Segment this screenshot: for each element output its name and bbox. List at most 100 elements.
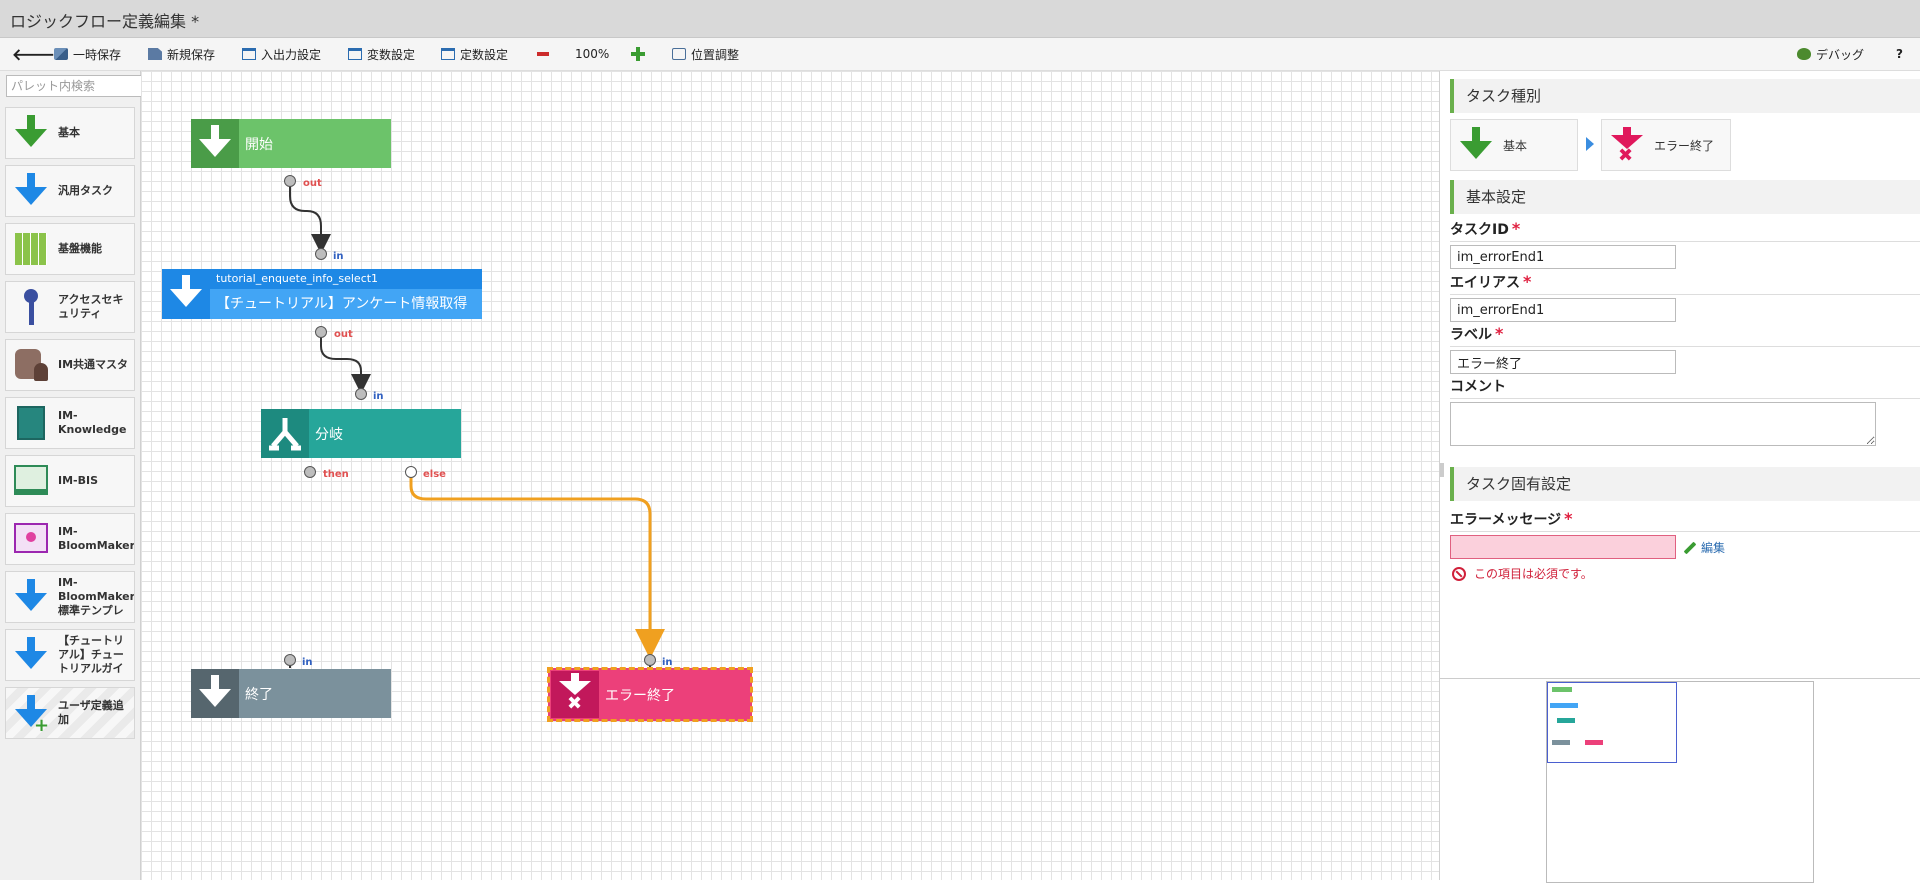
debug-button[interactable]: デバッグ bbox=[1797, 38, 1864, 70]
task-id-label: タスクID * bbox=[1450, 219, 1920, 242]
label-label-text: ラベル bbox=[1450, 327, 1492, 343]
comment-textarea[interactable] bbox=[1450, 402, 1876, 446]
end-node[interactable]: 終了 bbox=[191, 669, 391, 718]
palette-item[interactable]: IM-BloomMaker 標準テンプレ bbox=[5, 571, 135, 623]
palette-item-label: 基盤機能 bbox=[58, 242, 102, 255]
task-icon bbox=[162, 269, 210, 319]
edit-link[interactable]: 編集 bbox=[1683, 539, 1725, 556]
const-settings-label: 定数設定 bbox=[460, 47, 509, 62]
alias-label: エイリアス * bbox=[1450, 272, 1920, 295]
chevron-right-icon bbox=[1586, 137, 1594, 151]
var-settings-label: 変数設定 bbox=[367, 47, 416, 62]
task-node-id: tutorial_enquete_info_select1 bbox=[210, 269, 482, 289]
connector-start-task bbox=[289, 186, 331, 254]
error-end-node[interactable]: ✖ エラー終了 bbox=[547, 667, 753, 722]
io-settings-button[interactable]: 入出力設定 bbox=[242, 38, 321, 70]
database-user-icon bbox=[12, 345, 50, 385]
required-mark: * bbox=[1495, 324, 1504, 343]
required-mark: * bbox=[1564, 509, 1573, 528]
end-in-label: in bbox=[302, 657, 313, 668]
minimap-viewport[interactable] bbox=[1547, 682, 1677, 763]
branch-in-port[interactable] bbox=[355, 388, 367, 400]
var-settings-button[interactable]: 変数設定 bbox=[348, 38, 415, 70]
label-label: ラベル * bbox=[1450, 324, 1920, 347]
palette-item-label: 【チュートリアル】チュートリアルガイ bbox=[58, 634, 124, 675]
task-out-port[interactable] bbox=[315, 326, 327, 338]
label-input[interactable] bbox=[1450, 350, 1676, 374]
temp-save-icon bbox=[54, 48, 68, 60]
position-adjust-icon bbox=[672, 48, 686, 60]
position-adjust-button[interactable]: 位置調整 bbox=[672, 38, 739, 70]
new-save-button[interactable]: 新規保存 bbox=[148, 38, 215, 70]
properties-panel: タスク種別 基本 ✖ エラー終了 基本設定 タスクID* エイリアス* ラベル*… bbox=[1440, 71, 1920, 677]
zoom-level: 100% bbox=[575, 47, 610, 61]
debug-label: デバッグ bbox=[1816, 47, 1865, 62]
branch-node-label: 分岐 bbox=[315, 426, 343, 443]
start-out-label: out bbox=[303, 178, 322, 189]
branch-icon bbox=[261, 409, 309, 458]
help-button[interactable]: ? bbox=[1896, 38, 1903, 70]
palette-item[interactable]: IM-BloomMaker bbox=[5, 513, 135, 565]
palette-item[interactable]: 基本 bbox=[5, 107, 135, 159]
palette-item-label: IM-BloomMaker bbox=[58, 525, 134, 552]
error-end-type-icon: ✖ bbox=[1608, 125, 1646, 166]
blue-down-arrow-icon bbox=[12, 635, 50, 675]
palette-item[interactable]: IM-Knowledge bbox=[5, 397, 135, 449]
start-node[interactable]: 開始 bbox=[191, 119, 391, 168]
back-button[interactable]: 🡐 bbox=[12, 38, 55, 70]
start-icon bbox=[191, 119, 239, 168]
toolbar: 🡐 一時保存 新規保存 入出力設定 変数設定 定数設定 100% 位置調整 デバ… bbox=[0, 38, 1920, 71]
palette-item-label: IM共通マスタ bbox=[58, 358, 129, 371]
minimap-area bbox=[1440, 678, 1920, 883]
palette-search-input[interactable] bbox=[6, 75, 150, 97]
flow-canvas[interactable]: 開始 out in tutorial_enquete_info_select1 … bbox=[141, 71, 1440, 880]
window-flow-icon bbox=[12, 461, 50, 501]
zoom-in-button[interactable] bbox=[631, 38, 645, 70]
task-type-category: 基本 bbox=[1450, 119, 1578, 171]
branch-then-port[interactable] bbox=[304, 466, 316, 478]
errorend-in-port[interactable] bbox=[644, 654, 656, 666]
palette-item[interactable]: 基盤機能 bbox=[5, 223, 135, 275]
const-settings-button[interactable]: 定数設定 bbox=[441, 38, 508, 70]
branch-node[interactable]: 分岐 bbox=[261, 409, 461, 458]
minimap[interactable] bbox=[1546, 681, 1814, 883]
branch-in-label: in bbox=[373, 391, 384, 402]
palette-item[interactable]: アクセスセキュリティ bbox=[5, 281, 135, 333]
task-specific-header: タスク固有設定 bbox=[1450, 467, 1920, 501]
zoom-out-button[interactable] bbox=[537, 38, 549, 70]
start-out-port[interactable] bbox=[284, 175, 296, 187]
palette-item[interactable]: 汎用タスク bbox=[5, 165, 135, 217]
palette-item[interactable]: 【チュートリアル】チュートリアルガイ bbox=[5, 629, 135, 681]
alias-input[interactable] bbox=[1450, 298, 1676, 322]
flower-window-icon bbox=[12, 519, 50, 559]
temp-save-button[interactable]: 一時保存 bbox=[54, 38, 121, 70]
task-node[interactable]: tutorial_enquete_info_select1 【チュートリアル】ア… bbox=[162, 269, 482, 319]
window-icon bbox=[441, 48, 455, 60]
palette-item[interactable]: IM-BIS bbox=[5, 455, 135, 507]
palette-item[interactable]: + ユーザ定義追加 bbox=[5, 687, 135, 739]
task-in-port[interactable] bbox=[315, 248, 327, 260]
error-message-input[interactable] bbox=[1450, 535, 1676, 559]
bug-icon bbox=[1797, 48, 1811, 60]
minus-icon bbox=[537, 52, 549, 56]
window-icon bbox=[348, 48, 362, 60]
task-id-input[interactable] bbox=[1450, 245, 1676, 269]
book-icon bbox=[12, 403, 50, 443]
branch-else-label: else bbox=[423, 469, 446, 480]
green-down-arrow-icon bbox=[1457, 125, 1495, 165]
title-bar: ロジックフロー定義編集 * bbox=[0, 0, 1920, 38]
palette-item-label: アクセスセキュリティ bbox=[58, 293, 124, 320]
basic-settings-header: 基本設定 bbox=[1450, 180, 1920, 214]
palette-item[interactable]: IM共通マスタ bbox=[5, 339, 135, 391]
start-node-label: 開始 bbox=[245, 136, 273, 153]
green-grid-icon bbox=[12, 229, 50, 269]
branch-else-port[interactable] bbox=[405, 466, 417, 478]
task-id-label-text: タスクID bbox=[1450, 222, 1509, 238]
position-adjust-label: 位置調整 bbox=[691, 47, 740, 62]
end-in-port[interactable] bbox=[284, 654, 296, 666]
palette-item-label: IM-BloomMaker 標準テンプレ bbox=[58, 576, 134, 617]
panel-splitter[interactable] bbox=[1440, 463, 1444, 477]
branch-then-label: then bbox=[323, 469, 349, 480]
pencil-icon bbox=[1683, 541, 1697, 554]
task-in-label: in bbox=[333, 251, 344, 262]
